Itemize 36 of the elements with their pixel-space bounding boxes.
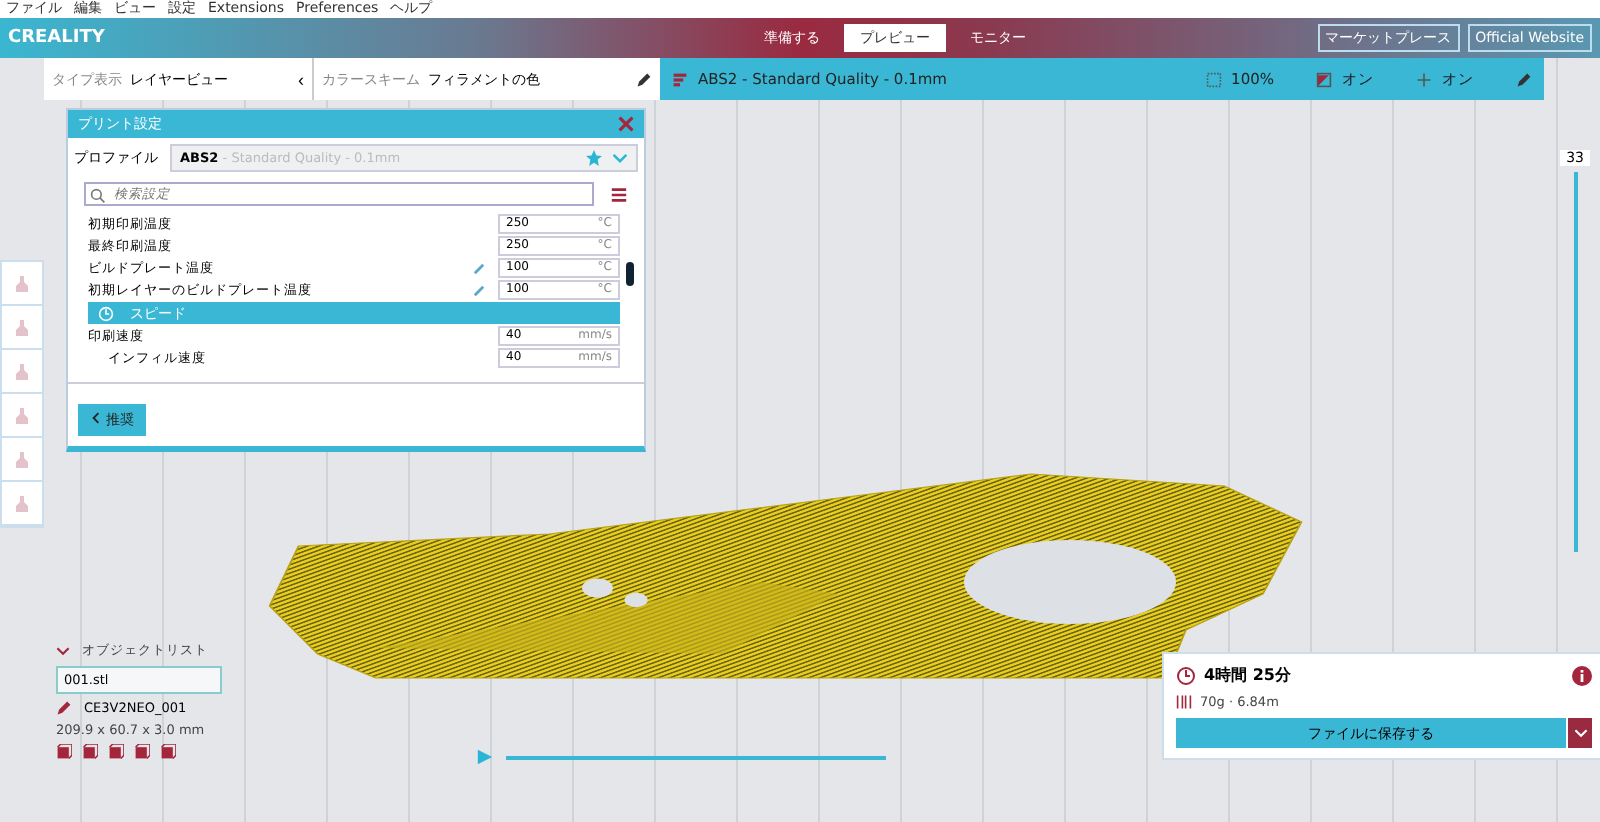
cube-view-icon[interactable] xyxy=(56,744,72,760)
cube-view-icon[interactable] xyxy=(134,744,150,760)
scrollbar-thumb[interactable] xyxy=(626,262,634,286)
print-time: 4時間 25分 xyxy=(1204,664,1293,686)
tool-icon xyxy=(12,273,32,293)
pencil-icon[interactable] xyxy=(1516,71,1532,87)
chevron-down-icon xyxy=(1573,726,1587,740)
tool-icon xyxy=(12,361,32,381)
search-icon xyxy=(90,188,106,204)
collapse-button[interactable]: ‹ xyxy=(298,69,304,89)
cube-view-icon[interactable] xyxy=(108,744,124,760)
chevron-down-icon[interactable] xyxy=(56,644,70,658)
clock-icon xyxy=(1176,665,1196,685)
logo: CREALITY xyxy=(8,28,107,48)
pencil-icon[interactable] xyxy=(56,700,72,716)
pencil-icon[interactable] xyxy=(636,71,652,87)
chevron-down-icon xyxy=(612,150,628,166)
tool-icon xyxy=(12,493,32,513)
adhesion-icon xyxy=(1416,71,1432,87)
menu-icon[interactable] xyxy=(610,185,628,203)
support-icon xyxy=(1316,71,1332,87)
clock-icon xyxy=(98,305,114,321)
cube-view-icon[interactable] xyxy=(160,744,176,760)
cube-view-icon[interactable] xyxy=(82,744,98,760)
tool-icon xyxy=(12,449,32,469)
save-options-button[interactable] xyxy=(1568,718,1592,748)
chevron-left-icon xyxy=(90,412,102,424)
tool-icon xyxy=(12,317,32,337)
filament-icon xyxy=(1176,694,1192,710)
close-button[interactable] xyxy=(618,116,634,132)
layer-slider[interactable] xyxy=(1573,172,1578,552)
infill-icon xyxy=(1205,71,1222,87)
tool-icon xyxy=(12,405,32,425)
info-icon[interactable] xyxy=(1572,665,1592,685)
star-icon[interactable] xyxy=(586,150,602,166)
printer-icon xyxy=(672,71,688,87)
